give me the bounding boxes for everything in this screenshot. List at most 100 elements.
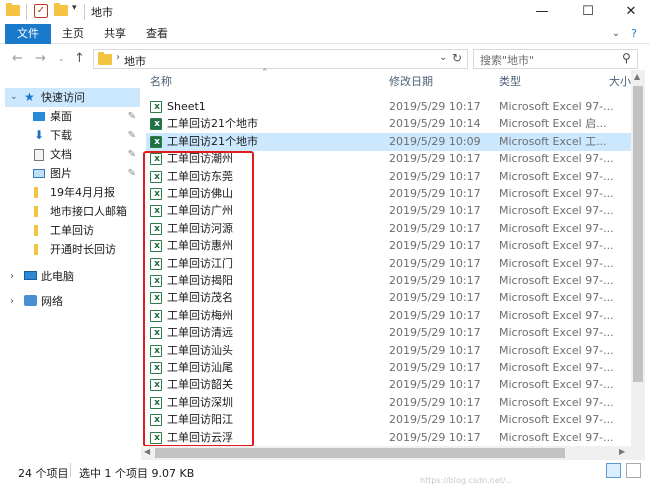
vertical-scroll-thumb[interactable]: [633, 86, 643, 382]
file-name: 工单回访汕头: [167, 343, 233, 357]
maximize-button[interactable]: ☐: [565, 0, 611, 24]
file-row[interactable]: 工单回访江门 2019/5/29 10:17 Microsoft Excel 97-…: [146, 255, 631, 273]
customize-quick-access-icon[interactable]: ▾: [72, 3, 77, 17]
file-date: 2019/5/29 10:17: [389, 326, 481, 340]
file-date: 2019/5/29 10:09: [389, 134, 481, 148]
close-button[interactable]: ✕: [608, 0, 650, 24]
nav-this-pc[interactable]: › 此电脑: [5, 267, 140, 286]
scroll-right-icon[interactable]: ▶: [619, 447, 625, 456]
chevron-right-icon[interactable]: ›: [116, 52, 120, 63]
minimize-button[interactable]: —: [519, 0, 565, 24]
file-row[interactable]: 工单回访21个地市 2019/5/29 10:14 Microsoft Excel …: [146, 115, 631, 133]
nav-folder-activation-callback[interactable]: 开通时长回访: [5, 240, 140, 259]
excel-file-icon: [150, 307, 163, 325]
refresh-icon[interactable]: ↻: [452, 51, 462, 65]
nav-desktop[interactable]: 桌面 ✎: [5, 107, 140, 126]
expand-ribbon-icon[interactable]: ⌄: [609, 24, 623, 44]
column-header-size[interactable]: 大小: [609, 70, 631, 94]
file-row[interactable]: 工单回访深圳 2019/5/29 10:17 Microsoft Excel 97-…: [146, 394, 631, 412]
nav-folder-ticket-callback[interactable]: 工单回访: [5, 221, 140, 240]
horizontal-scroll-thumb[interactable]: [155, 448, 565, 458]
file-row[interactable]: Sheet1 2019/5/29 10:17 Microsoft Excel 97-…: [146, 98, 631, 116]
file-row[interactable]: 工单回访汕头 2019/5/29 10:17 Microsoft Excel 97-…: [146, 342, 631, 360]
horizontal-scrollbar[interactable]: ◀ ▶: [141, 446, 631, 460]
nav-pictures[interactable]: 图片 ✎: [5, 164, 140, 183]
file-row[interactable]: 工单回访潮州 2019/5/29 10:17 Microsoft Excel 97-…: [146, 150, 631, 168]
file-row[interactable]: 工单回访梅州 2019/5/29 10:17 Microsoft Excel 97-…: [146, 307, 631, 325]
chevron-right-icon[interactable]: ›: [10, 292, 14, 311]
nav-network[interactable]: › 网络: [5, 292, 140, 311]
file-row[interactable]: 工单回访河源 2019/5/29 10:17 Microsoft Excel 97-…: [146, 220, 631, 238]
file-type: Microsoft Excel 97-...: [499, 430, 614, 444]
file-date: 2019/5/29 10:17: [389, 256, 481, 270]
properties-icon[interactable]: ✓: [34, 4, 48, 18]
new-folder-icon[interactable]: [54, 3, 68, 19]
file-date: 2019/5/29 10:17: [389, 169, 481, 183]
nav-quick-access[interactable]: ⌄ ★ 快速访问: [5, 88, 140, 107]
forward-arrow-icon[interactable]: →: [35, 51, 46, 66]
scroll-left-icon[interactable]: ◀: [144, 447, 150, 456]
file-type: Microsoft Excel 97-...: [499, 187, 614, 200]
file-row[interactable]: 工单回访韶关 2019/5/29 10:17 Microsoft Excel 97-…: [146, 376, 631, 394]
search-icon[interactable]: ⚲: [622, 51, 631, 65]
tab-share[interactable]: 共享: [98, 24, 132, 44]
file-row[interactable]: 工单回访揭阳 2019/5/29 10:17 Microsoft Excel 97-…: [146, 272, 631, 290]
file-explorer-window: ✓ ▾ 地市 — ☐ ✕ 文件 主页 共享 查看 ⌄ ? ← → ⌄ ↑ › 地…: [0, 0, 650, 487]
file-row[interactable]: 工单回访东莞 2019/5/29 10:17 Microsoft Excel 97-…: [146, 168, 631, 186]
pin-icon[interactable]: ✎: [128, 107, 136, 126]
pin-icon[interactable]: ✎: [128, 164, 136, 183]
nav-documents[interactable]: 文档 ✎: [5, 145, 140, 164]
file-name: 工单回访潮州: [167, 152, 233, 166]
file-row[interactable]: 工单回访佛山 2019/5/29 10:17 Microsoft Excel 97-…: [146, 185, 631, 203]
dropdown-icon[interactable]: ⌄: [439, 52, 447, 63]
file-row[interactable]: 工单回访茂名 2019/5/29 10:17 Microsoft Excel 97-…: [146, 289, 631, 307]
search-placeholder: 搜索"地市": [480, 54, 535, 67]
address-path[interactable]: 地市: [124, 53, 146, 69]
search-input[interactable]: 搜索"地市" ⚲: [473, 49, 638, 69]
excel-file-icon: [150, 220, 163, 238]
nav-folder-monthly-report[interactable]: 19年4月月报: [5, 183, 140, 202]
recent-locations-icon[interactable]: ⌄: [58, 54, 65, 63]
chevron-right-icon[interactable]: ›: [10, 267, 14, 286]
column-header-type[interactable]: 类型: [499, 70, 521, 94]
file-row[interactable]: 工单回访云浮 2019/5/29 10:17 Microsoft Excel 97-…: [146, 429, 631, 447]
file-row[interactable]: 工单回访广州 2019/5/29 10:17 Microsoft Excel 97-…: [146, 202, 631, 220]
file-name: 工单回访韶关: [167, 378, 233, 392]
excel-file-icon: [150, 115, 163, 133]
column-header-name[interactable]: 名称: [150, 70, 172, 94]
file-row[interactable]: 工单回访汕尾 2019/5/29 10:17 Microsoft Excel 97-…: [146, 359, 631, 377]
vertical-scrollbar[interactable]: ▲: [631, 70, 645, 460]
nav-downloads[interactable]: ⬇ 下载 ✎: [5, 126, 140, 145]
file-name: 工单回访深圳: [167, 395, 233, 409]
file-date: 2019/5/29 10:17: [389, 187, 481, 200]
pin-icon[interactable]: ✎: [128, 126, 136, 145]
address-bar[interactable]: › 地市 ⌄ ↻: [93, 49, 468, 69]
details-view-icon[interactable]: [606, 463, 621, 478]
help-icon[interactable]: ?: [627, 24, 641, 44]
nav-folder-contact-mailbox[interactable]: 地市接口人邮箱: [5, 202, 140, 221]
file-type: Microsoft Excel 97-...: [499, 256, 614, 270]
file-type: Microsoft Excel 工...: [499, 134, 607, 148]
column-header-date[interactable]: 修改日期: [389, 70, 433, 94]
tab-file[interactable]: 文件: [5, 24, 51, 44]
file-row[interactable]: 工单回访阳江 2019/5/29 10:17 Microsoft Excel 97-…: [146, 411, 631, 429]
up-arrow-icon[interactable]: ↑: [74, 51, 85, 66]
folder-icon: [34, 225, 38, 236]
large-icons-view-icon[interactable]: [626, 463, 641, 478]
file-date: 2019/5/29 10:17: [389, 291, 481, 305]
tab-home[interactable]: 主页: [56, 24, 90, 44]
nav-label: 此电脑: [41, 270, 74, 283]
tab-view[interactable]: 查看: [140, 24, 174, 44]
file-date: 2019/5/29 10:17: [389, 204, 481, 218]
chevron-down-icon[interactable]: ⌄: [10, 88, 18, 107]
back-arrow-icon[interactable]: ←: [12, 51, 23, 66]
file-name: 工单回访阳江: [167, 413, 233, 427]
scroll-up-icon[interactable]: ▲: [634, 72, 640, 81]
excel-file-icon: [150, 342, 163, 360]
file-type: Microsoft Excel 97-...: [499, 308, 614, 322]
file-row[interactable]: 工单回访惠州 2019/5/29 10:17 Microsoft Excel 97-…: [146, 237, 631, 255]
pin-icon[interactable]: ✎: [128, 145, 136, 164]
file-row[interactable]: 工单回访清远 2019/5/29 10:17 Microsoft Excel 97-…: [146, 324, 631, 342]
file-name: 工单回访惠州: [167, 239, 233, 253]
file-row[interactable]: 工单回访21个地市 2019/5/29 10:09 Microsoft Excel …: [146, 132, 631, 151]
